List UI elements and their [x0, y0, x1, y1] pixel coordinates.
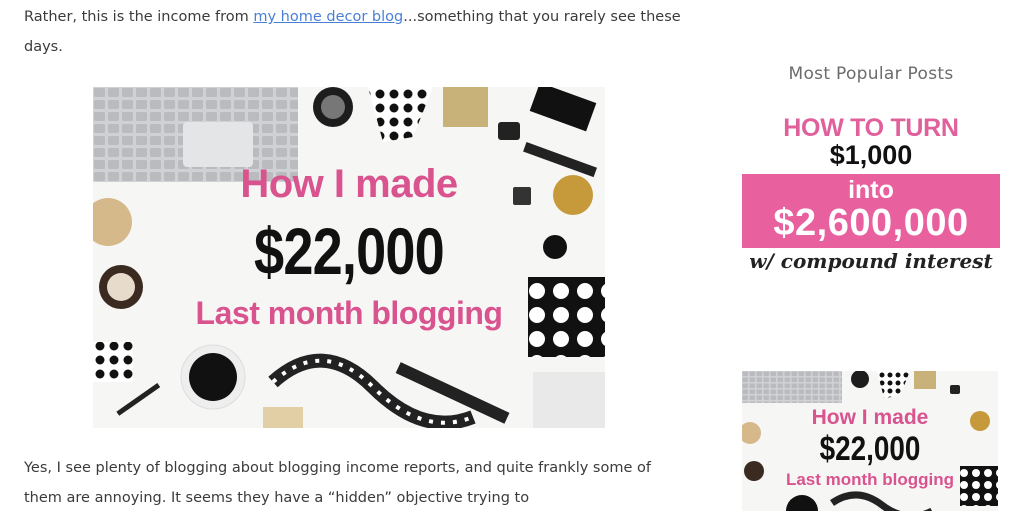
post2-line1: How I made [811, 406, 929, 429]
post1-line3: into [848, 176, 894, 204]
home-decor-blog-link[interactable]: my home decor blog [253, 9, 403, 25]
popular-post-income-report[interactable]: How I made $22,000 Last month blogging [742, 371, 998, 511]
popular-post-compound-interest[interactable]: HOW TO TURN $1,000 into $2,600,000 w/ co… [742, 112, 1000, 280]
sidebar-title: Most Popular Posts [788, 64, 954, 84]
post1-line5: w/ compound interest [749, 249, 993, 273]
paragraph-intro-text: Rather, this is the income from [24, 9, 254, 25]
featured-image[interactable]: How I made $22,000 Last month blogging [93, 87, 605, 428]
featured-image-line3: Last month blogging [195, 295, 503, 331]
post1-line2: $1,000 [829, 140, 913, 170]
post2-line3: Last month blogging [785, 470, 955, 489]
post1-line4: $2,600,000 [773, 202, 969, 244]
featured-image-line1: How I made [240, 162, 458, 206]
paragraph-income-reports: Yes, I see plenty of blogging about blog… [24, 460, 651, 506]
paragraph-intro: Rather, this is the income from my home … [24, 2, 684, 62]
post1-line1: HOW TO TURN [783, 114, 959, 142]
post2-line2: $22,000 [819, 430, 921, 468]
featured-image-line2: $22,000 [254, 214, 445, 288]
